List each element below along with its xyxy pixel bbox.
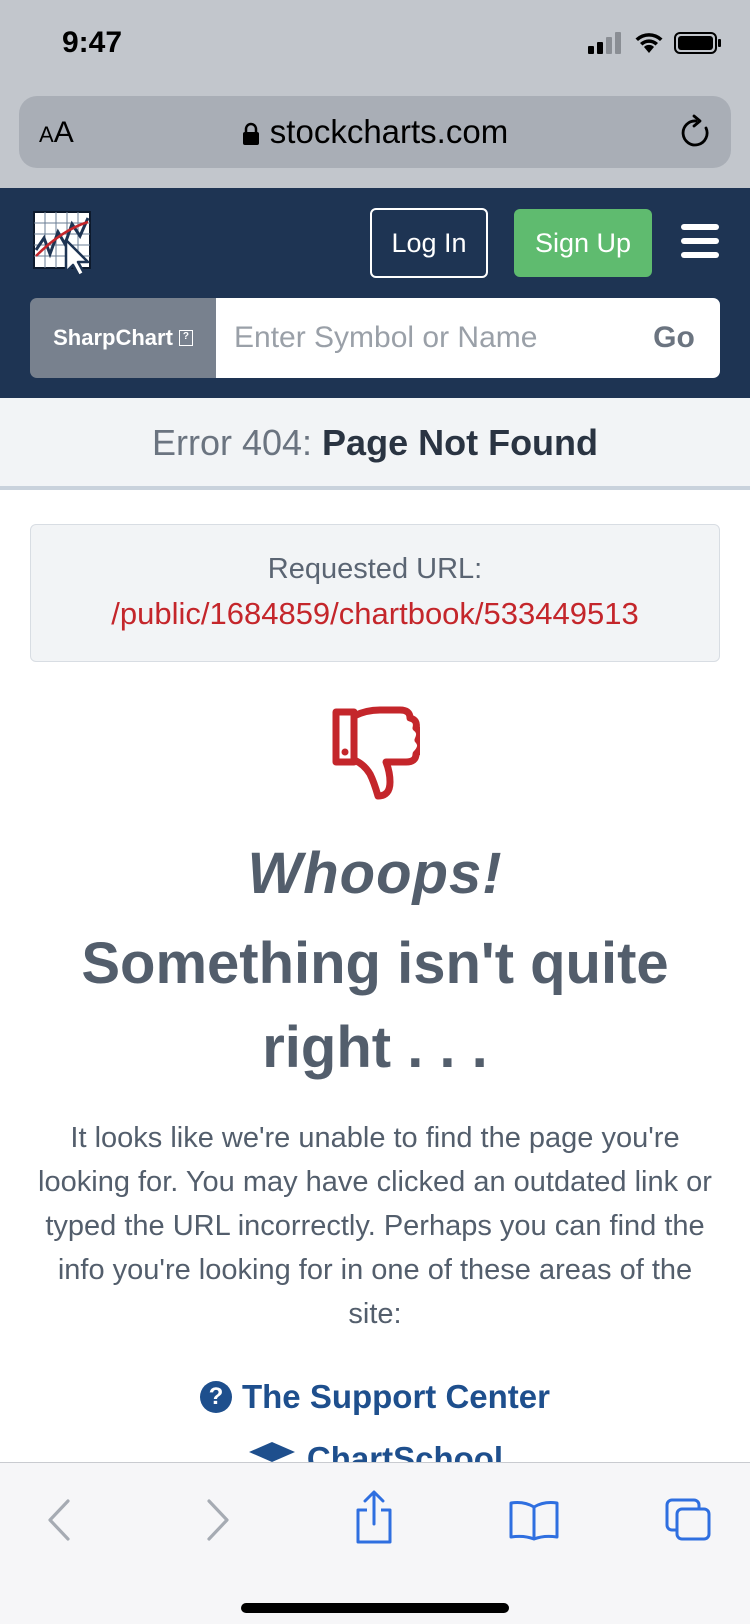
requested-url-value: /public/1684859/chartbook/533449513 (111, 596, 639, 631)
symbol-search: SharpChart ? Go (30, 298, 720, 378)
chevron-left-icon (48, 1499, 70, 1541)
error-title: Error 404: Page Not Found (0, 422, 750, 464)
url-display[interactable]: stockcharts.com (19, 113, 731, 151)
error-banner: Error 404: Page Not Found (0, 398, 750, 490)
login-button[interactable]: Log In (370, 208, 488, 278)
status-time: 9:47 (62, 26, 123, 59)
error-description: It looks like we're unable to find the p… (38, 1122, 712, 1330)
address-bar[interactable]: AA stockcharts.com (19, 96, 731, 168)
url-host-text: stockcharts.com (269, 113, 509, 150)
reload-icon[interactable] (679, 114, 713, 150)
tabs-button[interactable] (664, 1495, 714, 1545)
support-center-label: The Support Center (241, 1378, 550, 1415)
battery-icon (674, 32, 721, 54)
requested-url-label: Requested URL: (267, 553, 483, 585)
bookmarks-button[interactable] (506, 1495, 562, 1545)
browser-toolbar (0, 1462, 750, 1624)
wifi-icon (635, 33, 663, 53)
stockcharts-logo-icon[interactable] (32, 210, 98, 276)
go-button[interactable]: Go (634, 298, 720, 378)
status-icons (588, 32, 722, 54)
tabs-icon (665, 1498, 711, 1541)
ios-status-bar: 9:47 (0, 0, 750, 92)
error-code: Error 404: (151, 422, 313, 463)
signup-button[interactable]: Sign Up (514, 209, 652, 277)
book-icon (509, 1501, 559, 1541)
whoops-heading: Whoops! (247, 841, 503, 906)
symbol-search-input[interactable] (216, 298, 634, 378)
hamburger-menu-icon[interactable] (681, 224, 719, 258)
share-icon (356, 1490, 392, 1544)
lock-icon (242, 123, 259, 146)
error-message: Page Not Found (322, 422, 599, 463)
dropdown-icon: ? (178, 330, 193, 346)
thumbs-down-icon (332, 706, 420, 800)
support-center-link[interactable]: ? The Support Center (0, 1378, 750, 1416)
error-headline: Something isn't quite right . . . (81, 931, 669, 1080)
browser-url-area: AA stockcharts.com (0, 92, 750, 188)
chart-type-selector[interactable]: SharpChart ? (30, 298, 216, 378)
site-header: Log In Sign Up SharpChart ? Go (0, 188, 750, 398)
chart-type-label: SharpChart (53, 325, 173, 350)
share-button[interactable] (349, 1487, 399, 1547)
back-button[interactable] (34, 1495, 84, 1545)
chevron-right-icon (207, 1499, 229, 1541)
question-circle-icon: ? (199, 1381, 232, 1413)
requested-url-box: Requested URL: /public/1684859/chartbook… (30, 524, 720, 662)
cellular-signal-icon (588, 32, 621, 54)
forward-button[interactable] (193, 1495, 243, 1545)
home-indicator (241, 1603, 509, 1613)
